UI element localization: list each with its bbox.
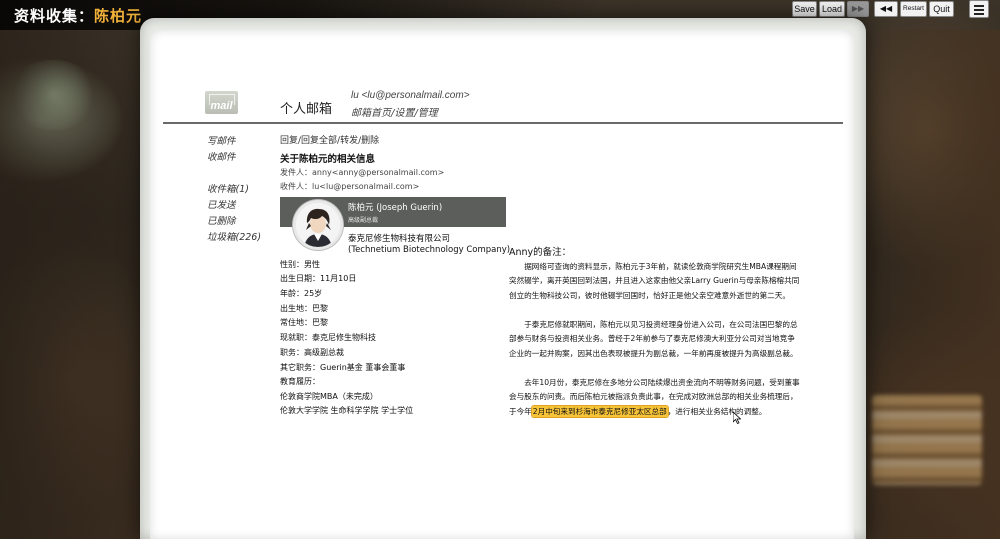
load-button[interactable]: Load bbox=[819, 1, 845, 17]
stacked-books bbox=[872, 395, 982, 485]
note-text: ，进行相关业务结构的调整。 bbox=[667, 406, 767, 416]
note-paragraph-2: 于泰克尼修就职期间，陈柏元以见习投资经理身份进入公司，在公司法国巴黎的总部参与财… bbox=[509, 320, 798, 358]
profile-field: 年龄：25岁 bbox=[280, 289, 323, 298]
sidebar-item-deleted[interactable]: 已删除 bbox=[207, 213, 236, 227]
page-title: 资料收集：陈柏元 bbox=[14, 5, 142, 26]
note-paragraph-3: 去年10月份，泰克尼修在多地分公司陆续爆出资金流向不明等财务问题，受到董事会与股… bbox=[509, 376, 801, 419]
title-prefix: 资料收集： bbox=[14, 7, 95, 25]
mailbox-title: 个人邮箱 bbox=[280, 102, 333, 117]
profile-field: 常住地：巴黎 bbox=[280, 318, 328, 327]
profile-field: 现就职：泰克尼修生物科技 bbox=[280, 333, 376, 342]
sidebar-item-sent[interactable]: 已发送 bbox=[207, 197, 236, 211]
profile-name: 陈柏元 (Joseph Guerin) bbox=[348, 203, 443, 213]
mail-subject: 关于陈柏元的相关信息 bbox=[280, 154, 376, 165]
profile-field: 职务：高级副总裁 bbox=[280, 348, 344, 357]
profile-company-cn: 泰克尼修生物科技有限公司 bbox=[348, 234, 451, 244]
mail-to: 收件人：lu<lu@personalmail.com> bbox=[280, 182, 420, 191]
note-paragraph-1: 据网络可查询的资料显示，陈柏元于3年前，就读伦敦商学院研究生MBA课程期间突然辍… bbox=[509, 262, 800, 300]
mouse-cursor-icon bbox=[733, 412, 741, 424]
rewind-icon[interactable]: ◀◀ bbox=[874, 1, 898, 17]
sidebar-item-compose[interactable]: 写邮件 bbox=[207, 133, 236, 147]
mail-logo-icon: mail bbox=[205, 91, 238, 114]
sidebar-item-trash[interactable]: 垃圾箱(226) bbox=[207, 229, 261, 243]
mailbox-user: lu <lu@personalmail.com> bbox=[351, 90, 470, 101]
sidebar-item-inbox[interactable]: 收件箱(1) bbox=[207, 181, 249, 195]
profile-field: 出生地：巴黎 bbox=[280, 304, 328, 313]
profile-field: 伦敦大学学院 生命科学学院 学士学位 bbox=[280, 406, 414, 415]
profile-role: 高级副总裁 bbox=[348, 217, 379, 224]
sidebar-item-receive[interactable]: 收邮件 bbox=[207, 149, 236, 163]
save-button[interactable]: Save bbox=[792, 1, 817, 17]
mail-actions[interactable]: 回复/回复全部/转发/删除 bbox=[280, 133, 379, 146]
quit-button[interactable]: Quit bbox=[929, 1, 954, 17]
mail-from: 发件人：anny<anny@personalmail.com> bbox=[280, 168, 445, 177]
left-background-shadow bbox=[0, 30, 145, 539]
hamburger-menu-icon[interactable] bbox=[969, 0, 989, 18]
portrait-icon bbox=[296, 203, 340, 247]
header-divider bbox=[163, 122, 843, 124]
profile-field: 性别：男性 bbox=[280, 260, 320, 269]
note-title: Anny的备注： bbox=[509, 247, 572, 258]
avatar bbox=[293, 200, 343, 250]
profile-company-en: (Technetium Biotechnology Company) bbox=[348, 245, 511, 255]
title-name: 陈柏元 bbox=[94, 7, 143, 25]
restart-button[interactable]: Restart bbox=[900, 1, 927, 17]
profile-field: 出生日期：11月10日 bbox=[280, 274, 357, 283]
profile-field: 伦敦商学院MBA（未完成） bbox=[280, 392, 378, 401]
fast-forward-icon[interactable]: ▶▶ bbox=[847, 1, 869, 17]
highlighted-clue[interactable]: 2月中旬来到杉海市泰克尼修亚太区总部 bbox=[531, 405, 668, 417]
mailbox-nav-links[interactable]: 邮箱首页/设置/管理 bbox=[351, 104, 438, 119]
profile-field: 教育履历： bbox=[280, 377, 320, 386]
profile-field: 其它职务：Guerin基金 董事会董事 bbox=[280, 363, 406, 372]
